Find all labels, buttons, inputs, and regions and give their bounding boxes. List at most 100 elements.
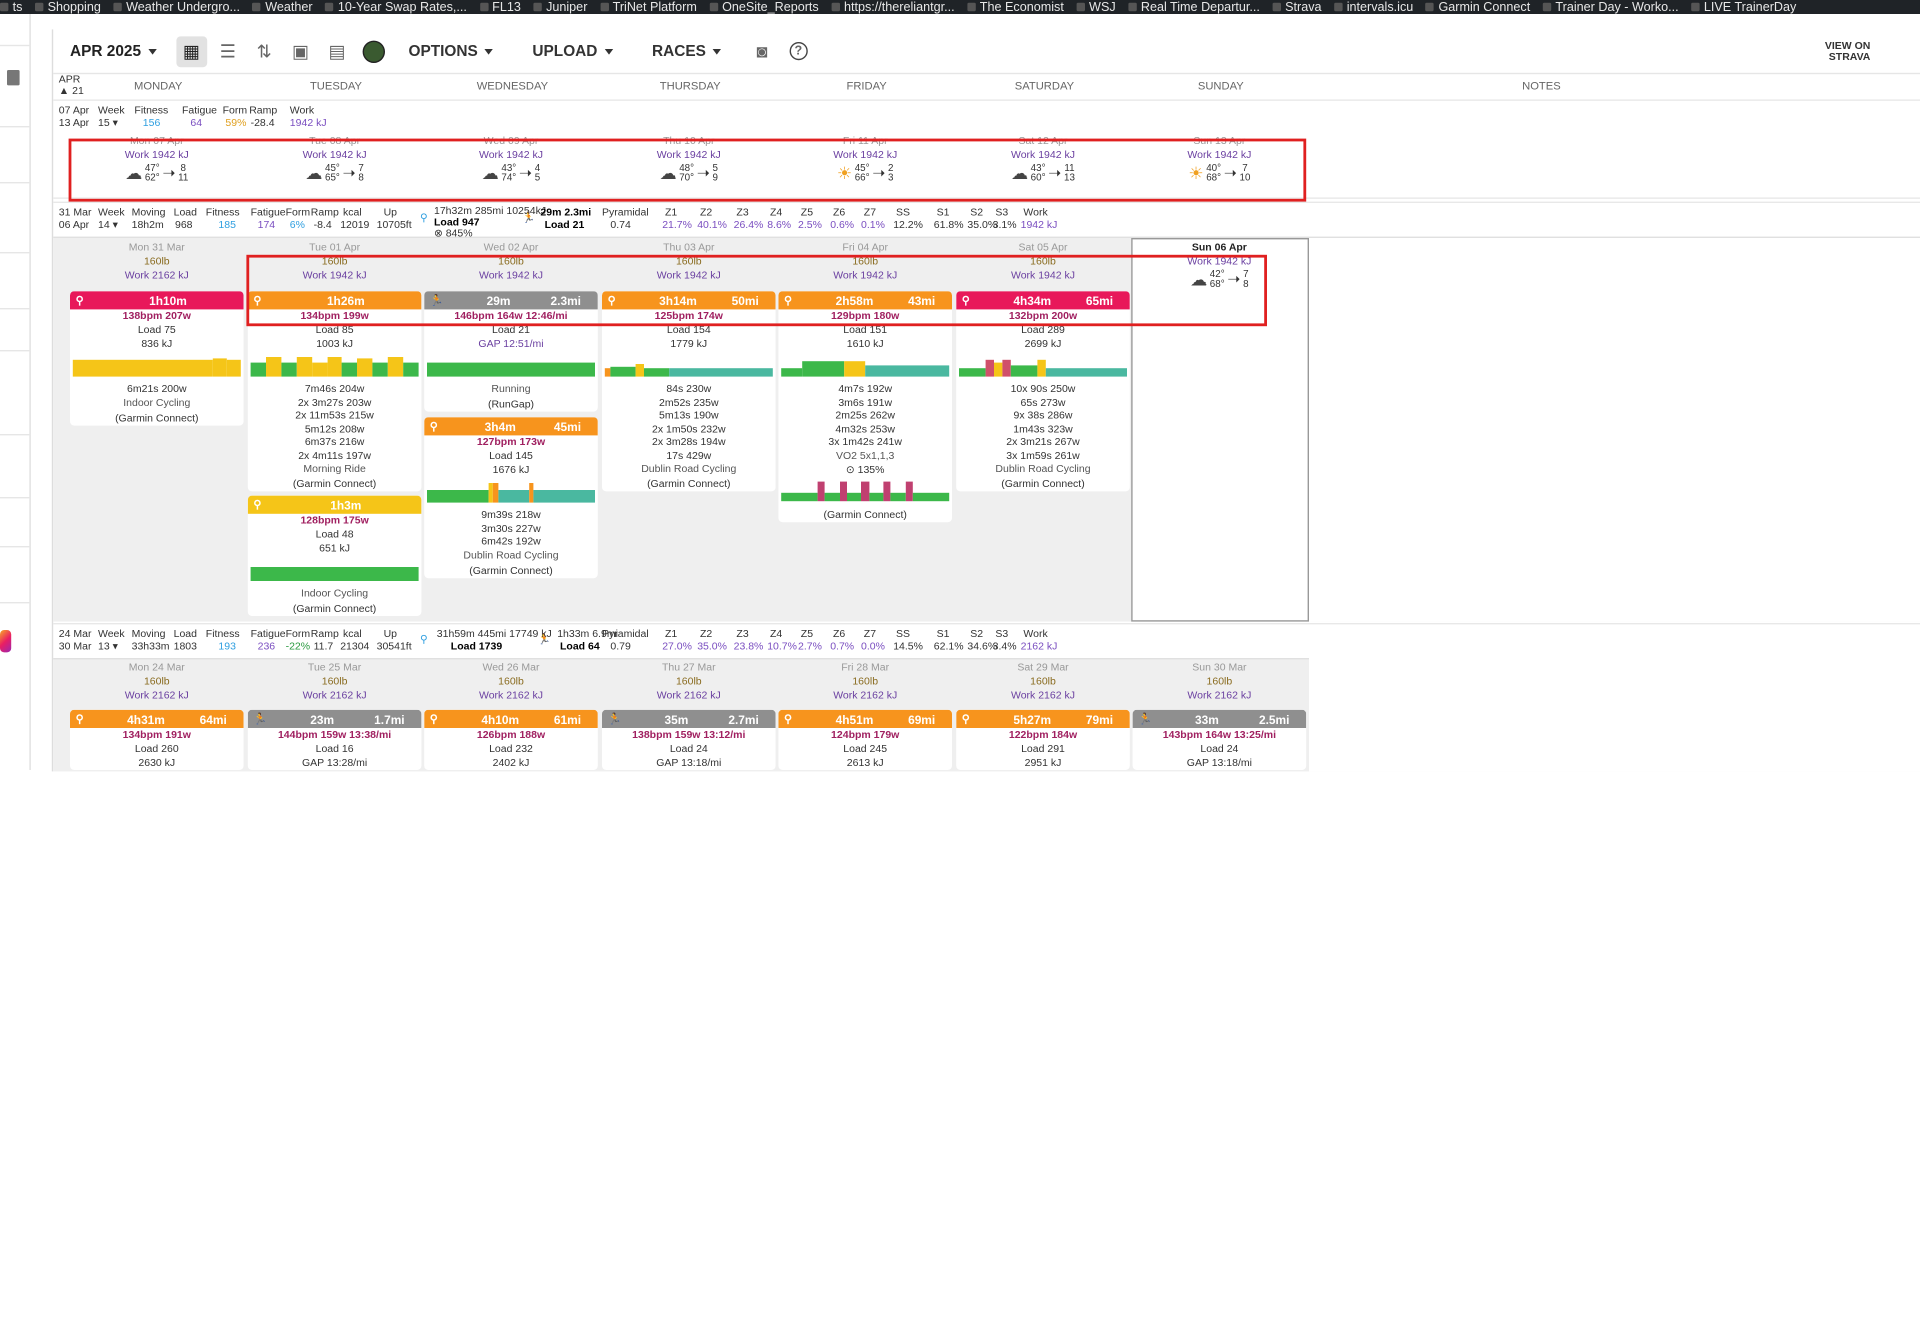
bookmark-item[interactable]: https://thereliantgr... — [831, 0, 955, 14]
power-interval: 17s 429w — [666, 448, 712, 462]
day-work: Work 2162 kJ — [124, 688, 189, 702]
power-bar — [72, 359, 213, 377]
day-work: Work 1942 kJ — [1010, 268, 1076, 282]
bookmark-item[interactable]: Strava — [1272, 0, 1322, 14]
bookmark-item[interactable]: Weather Undergro... — [113, 0, 240, 14]
activity-header[interactable]: ⚲ 4h51m 69mi — [778, 709, 952, 728]
camera-icon[interactable]: ◙ — [747, 36, 778, 67]
temperature: 42° 68° — [1210, 270, 1225, 290]
bike-icon: ⚲ — [429, 420, 439, 433]
compare-icon[interactable]: ⇅ — [249, 36, 280, 67]
bookmark-item[interactable]: TriNet Platform — [600, 0, 697, 14]
activity-header[interactable]: ⚲ 5h27m 79mi — [956, 709, 1130, 728]
bookmark-item[interactable]: 10-Year Swap Rates,... — [325, 0, 467, 14]
bookmark-item[interactable]: FL13 — [479, 0, 521, 14]
activity-name[interactable]: Dublin Road Cycling — [956, 462, 1130, 476]
activity-card[interactable]: ⚲ 2h58m 43mi 129bpm 180w Load 151 1610 kJ 4m7s… — [778, 291, 952, 523]
bookmark-item[interactable]: WSJ — [1076, 0, 1116, 14]
bookmark-item[interactable]: Garmin Connect — [1425, 0, 1530, 14]
options-menu[interactable]: OPTIONS — [408, 43, 494, 60]
races-menu[interactable]: RACES — [652, 43, 722, 60]
activity-header[interactable]: ⚲ 4h10m 61mi — [424, 709, 598, 728]
activity-source[interactable]: (Garmin Connect) — [778, 507, 952, 522]
month-selector[interactable]: APR 2025 — [70, 43, 157, 60]
day-date: Fri 04 Apr — [842, 240, 888, 254]
activity-header[interactable]: ⚲ 1h26m — [247, 291, 422, 310]
zone-value: 2162 kJ — [1020, 639, 1058, 653]
activity-card[interactable]: 🏃 35m 2.7mi 138bpm 159w 13:12/mi Load 24 GAP … — [602, 709, 776, 770]
activity-header[interactable]: 🏃 23m 1.7mi — [247, 709, 422, 728]
activity-name[interactable]: VO2 5x1,1,3 — [778, 449, 952, 463]
upload-menu[interactable]: UPLOAD — [532, 43, 613, 60]
activity-card[interactable]: 🏃 33m 2.5mi 143bpm 164w 13:25/mi Load 24 GAP … — [1132, 709, 1307, 770]
activity-header[interactable]: ⚲ 3h14m 50mi — [602, 291, 776, 310]
bookmark-item[interactable]: Real Time Departur... — [1128, 0, 1260, 14]
activity-source[interactable]: (Garmin Connect) — [602, 476, 776, 491]
power-bar — [427, 490, 489, 503]
day-weight: 160lb — [498, 254, 524, 268]
grid-view-icon[interactable]: ▦ — [176, 35, 207, 67]
activity-name[interactable]: Indoor Cycling — [70, 396, 244, 410]
bookmark-item[interactable]: Weather — [252, 0, 313, 14]
activity-card[interactable]: ⚲ 3h14m 50mi 125bpm 174w Load 154 1779 kJ 84s … — [602, 291, 776, 492]
activity-card[interactable]: ⚲ 1h26m 134bpm 199w Load 85 1003 kJ 7m46s 204… — [247, 291, 422, 492]
activity-name[interactable]: Dublin Road Cycling — [602, 462, 776, 476]
activity-header[interactable]: 🏃 35m 2.7mi — [602, 709, 776, 728]
activity-card[interactable]: ⚲ 1h3m 128bpm 175w Load 48 651 kJ Indoor Cycl… — [247, 495, 422, 616]
list-view-icon[interactable]: ☰ — [212, 36, 243, 67]
activity-name[interactable]: Morning Ride — [248, 462, 422, 476]
bookmark-item[interactable]: ts — [0, 0, 22, 14]
activity-header[interactable]: 🏃 29m 2.3mi — [424, 291, 598, 310]
activity-source[interactable]: (Garmin Connect) — [424, 562, 598, 577]
activity-card[interactable]: 🏃 23m 1.7mi 144bpm 159w 13:38/mi Load 16 GAP … — [247, 709, 422, 770]
bookmark-item[interactable]: OneSite_Reports — [709, 0, 819, 14]
book-icon[interactable]: ▤ — [322, 36, 353, 67]
activity-header[interactable]: ⚲ 1h3m — [247, 495, 422, 514]
activity-source[interactable]: (Garmin Connect) — [248, 476, 422, 491]
activity-source[interactable]: (Garmin Connect) — [248, 601, 422, 616]
temp-high: 43° — [1030, 163, 1046, 174]
activity-card[interactable]: 🏃 29m 2.3mi 146bpm 164w 12:46/mi Load 21 GAP … — [424, 291, 598, 412]
activity-name[interactable]: Running — [424, 382, 598, 396]
bookmark-item[interactable]: The Economist — [967, 0, 1064, 14]
run-icon: 🏃 — [537, 632, 551, 646]
activity-header[interactable]: ⚲ 2h58m 43mi — [778, 291, 952, 310]
activity-header[interactable]: 🏃 33m 2.5mi — [1132, 709, 1307, 728]
activity-card[interactable]: ⚲ 4h10m 61mi 126bpm 188w Load 232 2402 kJ — [424, 709, 598, 770]
activity-source[interactable]: (Garmin Connect) — [956, 476, 1130, 491]
activity-card[interactable]: ⚲ 3h4m 45mi 127bpm 173w Load 145 1676 kJ 9m39s… — [424, 417, 598, 578]
activity-card[interactable]: ⚲ 4h31m 64mi 134bpm 191w Load 260 2630 kJ — [70, 709, 244, 770]
activity-source[interactable]: (Garmin Connect) — [70, 410, 244, 425]
calendar-icon[interactable]: ▣ — [285, 36, 316, 67]
up-value: 30541ft — [376, 639, 412, 653]
activity-card[interactable]: ⚲ 4h51m 69mi 124bpm 179w Load 245 2613 kJ — [778, 709, 952, 770]
help-icon[interactable]: ? — [783, 36, 814, 67]
activity-name[interactable]: Dublin Road Cycling — [424, 548, 598, 562]
bookmark-item[interactable]: LIVE TrainerDay — [1691, 0, 1796, 14]
activity-card[interactable]: ⚲ 5h27m 79mi 122bpm 184w Load 291 2951 kJ — [956, 709, 1130, 770]
activity-source[interactable]: (RunGap) — [424, 396, 598, 411]
power-interval: 7m46s 204w — [304, 382, 365, 395]
bookmark-item[interactable]: Shopping — [35, 0, 101, 14]
view-on-strava[interactable]: VIEW ON STRAVA — [1825, 40, 1871, 63]
activity-card[interactable]: ⚲ 4h34m 65mi 132bpm 200w Load 289 2699 kJ 10x … — [956, 291, 1130, 492]
document-icon[interactable] — [7, 70, 20, 86]
bookmark-item[interactable]: intervals.icu — [1334, 0, 1413, 14]
bookmark-item[interactable]: Trainer Day - Worko... — [1542, 0, 1679, 14]
activity-load: Load 260 — [134, 742, 179, 755]
activity-hr-power: 122bpm 184w — [1008, 728, 1078, 741]
activity-card[interactable]: ⚲ 1h10m 138bpm 207w Load 75 836 kJ 6m21s 200w… — [70, 291, 244, 425]
activity-header[interactable]: ⚲ 3h4m 45mi — [424, 417, 598, 436]
zone-label: Z5 — [800, 627, 814, 640]
activity-name[interactable]: Indoor Cycling — [248, 587, 422, 601]
zone-label: S3 — [995, 627, 1009, 640]
instagram-icon[interactable] — [0, 630, 12, 653]
power-bar — [905, 481, 913, 502]
activity-header[interactable]: ⚲ 4h34m 65mi — [956, 291, 1130, 310]
activity-header[interactable]: ⚲ 4h31m 64mi — [70, 709, 244, 728]
avatar[interactable] — [358, 36, 389, 67]
day-cell: Fri 28 Mar 160lb Work 2162 kJ — [778, 661, 952, 703]
bookmark-item[interactable]: Juniper — [533, 0, 587, 14]
power-bar — [326, 357, 343, 377]
activity-header[interactable]: ⚲ 1h10m — [70, 291, 244, 310]
